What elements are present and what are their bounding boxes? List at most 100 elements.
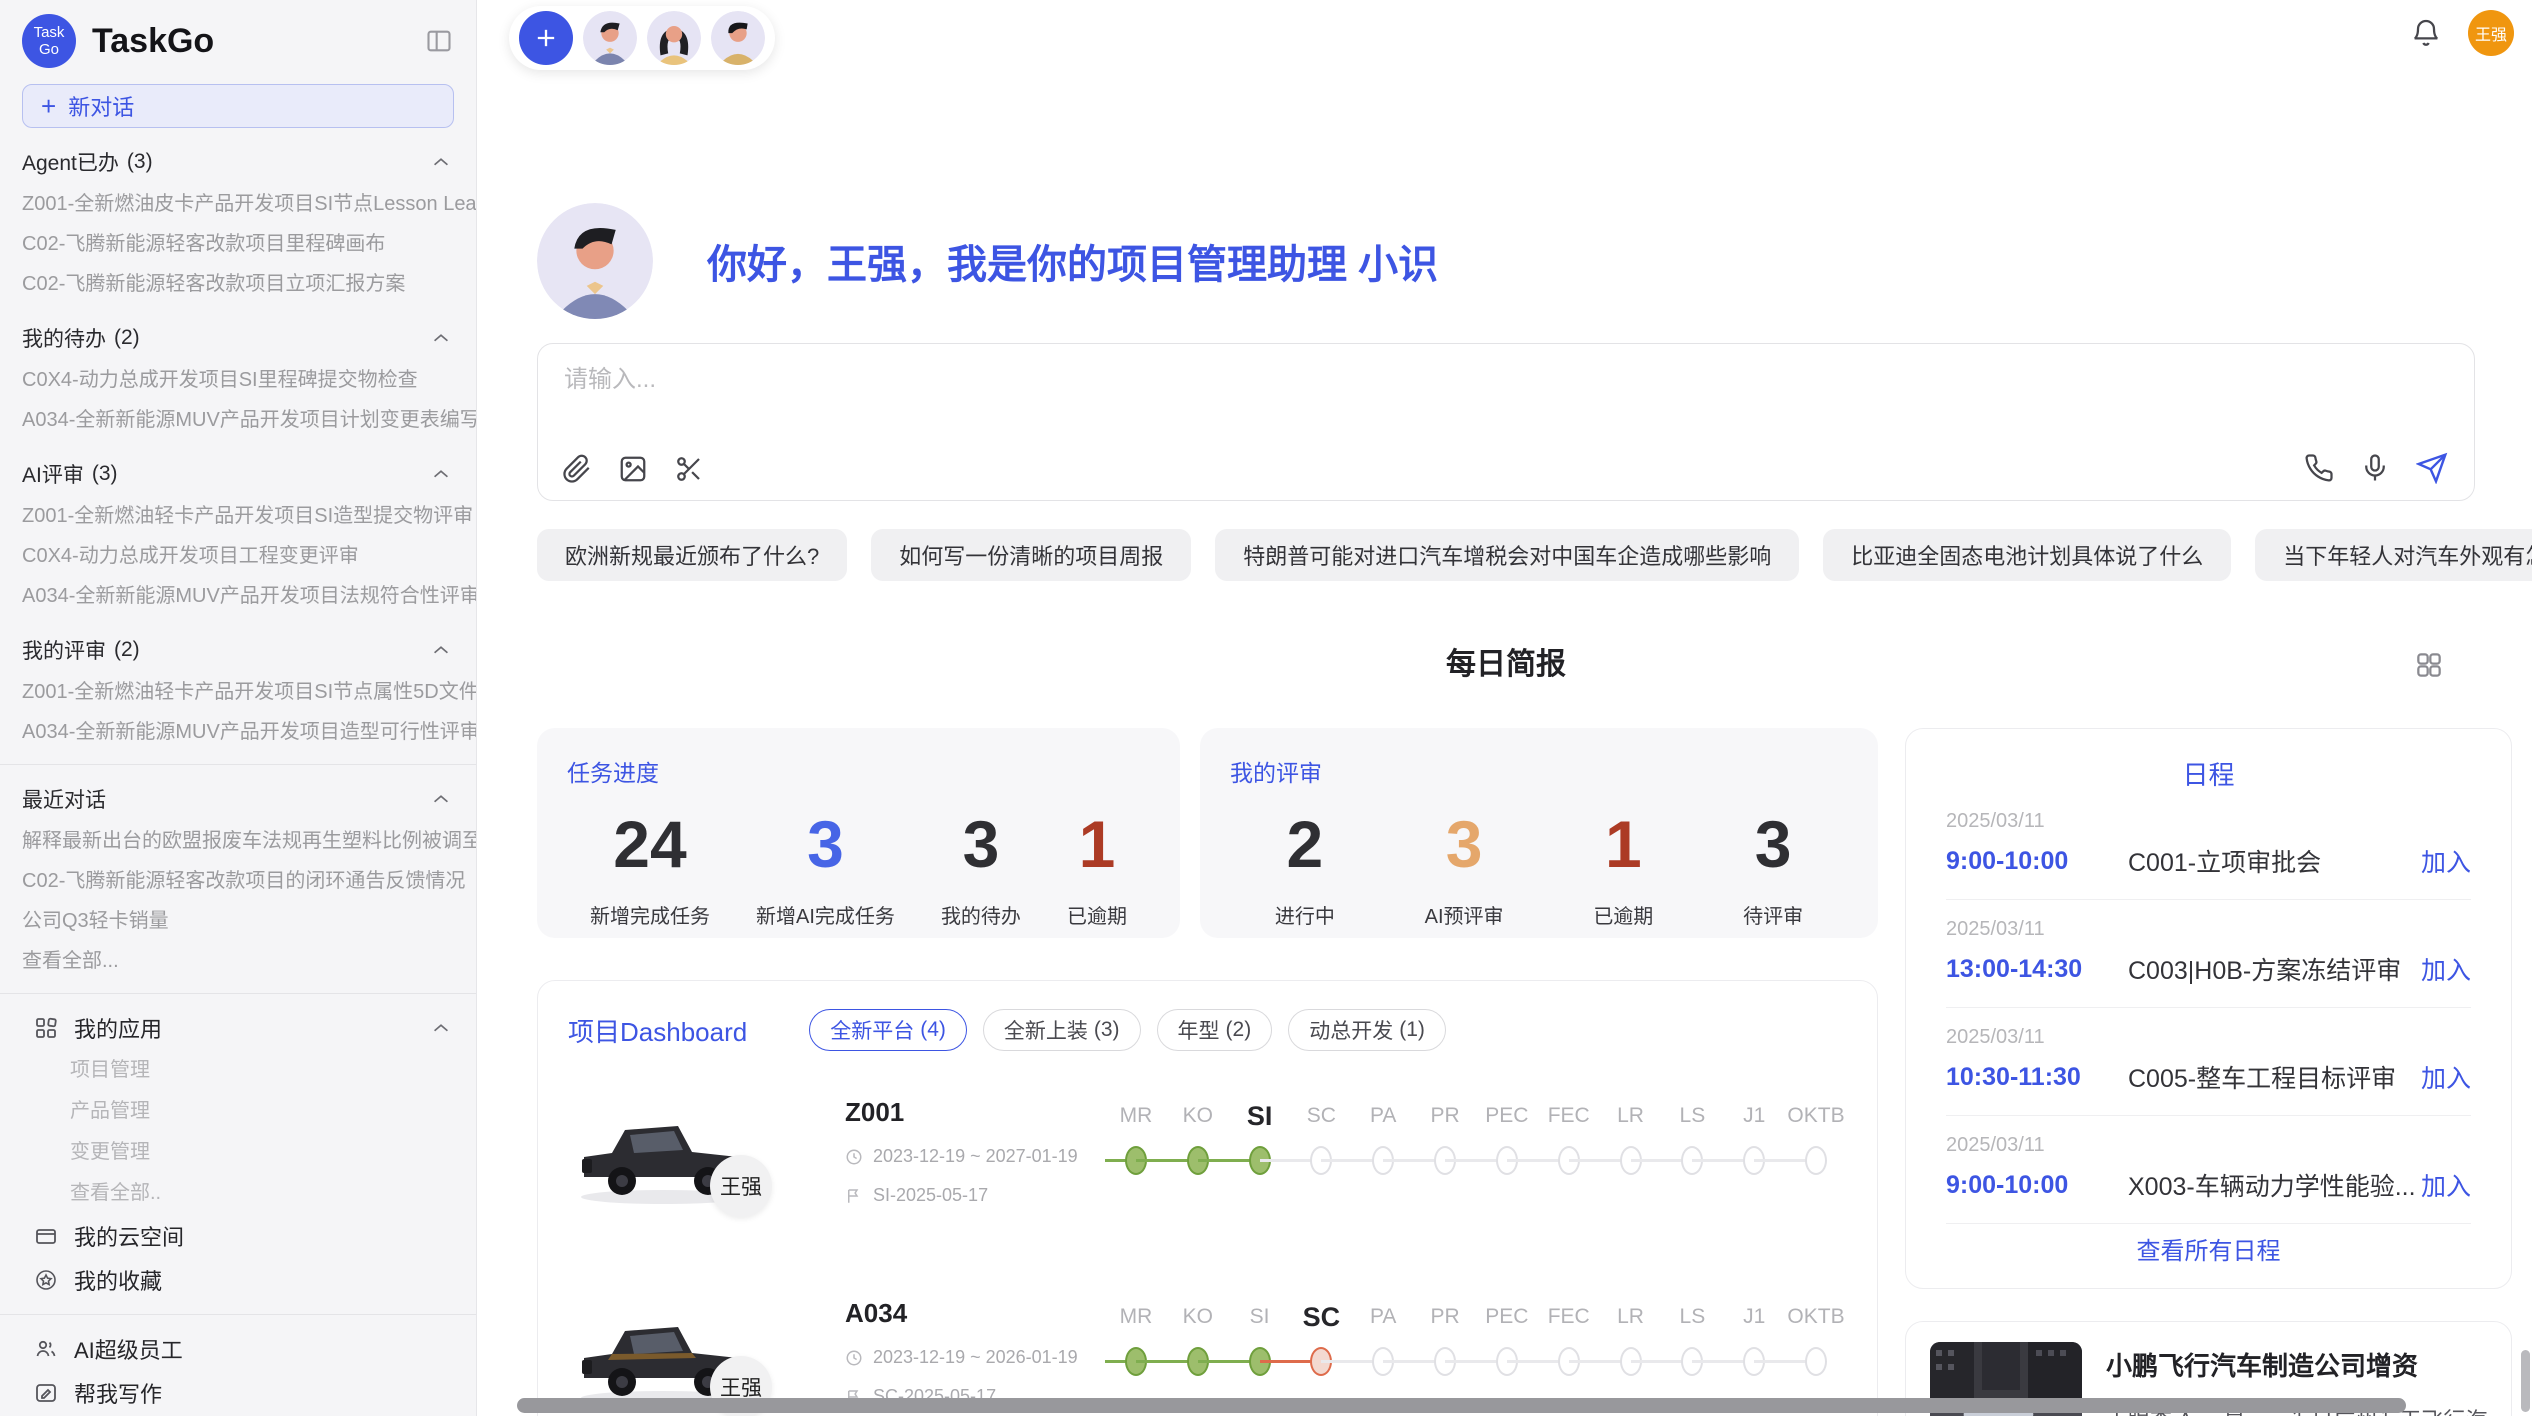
- tab-count: (1): [1399, 1018, 1425, 1042]
- user-avatar[interactable]: 王强: [2468, 10, 2514, 56]
- chevron-up-icon[interactable]: [430, 327, 452, 349]
- sidebar-item[interactable]: A034-全新新能源MUV产品开发项目法规符合性评审: [0, 576, 476, 616]
- milestone-label: FEC: [1548, 1300, 1590, 1334]
- hero: 你好，王强，我是你的项目管理助理 小识: [537, 203, 2532, 319]
- divider: [1946, 1223, 2471, 1224]
- sidebar-item[interactable]: Z001-全新燃油皮卡产品开发项目SI节点Lesson Learn报告: [0, 184, 476, 224]
- view-all-apps[interactable]: 查看全部..: [0, 1173, 476, 1214]
- tab-new-body[interactable]: 全新上装 (3): [983, 1009, 1141, 1051]
- right-column: 日程 2025/03/11 9:00-10:00 C001-立项审批会 加入 2…: [1905, 728, 2512, 1416]
- sidebar-item[interactable]: C02-飞腾新能源轻客改款项目立项汇报方案: [0, 264, 476, 304]
- new-session-button[interactable]: [519, 11, 573, 65]
- sidebar-item[interactable]: A034-全新新能源MUV产品开发项目计划变更表编写: [0, 400, 476, 440]
- card-title: 任务进度: [567, 754, 1150, 788]
- sidebar-item-ai-employee[interactable]: AI超级员工: [0, 1327, 476, 1371]
- milestone-label: J1: [1743, 1300, 1765, 1334]
- vertical-scrollbar[interactable]: [2521, 1350, 2530, 1412]
- project-image: 王强: [568, 1097, 773, 1232]
- phone-icon[interactable]: [2304, 453, 2334, 483]
- stat-label: 进行中: [1275, 900, 1335, 929]
- join-link[interactable]: 加入: [2421, 843, 2471, 879]
- sidebar-item[interactable]: C02-飞腾新能源轻客改款项目里程碑画布: [0, 224, 476, 264]
- tab-new-platform[interactable]: 全新平台 (4): [809, 1009, 967, 1051]
- section-header[interactable]: 最近对话: [0, 777, 476, 821]
- recent-conversation-item[interactable]: 解释最新出台的欧盟报废车法规再生塑料比例被调至15%...: [0, 821, 476, 861]
- view-all-conversations[interactable]: 查看全部...: [0, 941, 476, 981]
- attachment-icon[interactable]: [562, 454, 592, 484]
- divider: [0, 1314, 476, 1315]
- app-item-project-mgmt[interactable]: 项目管理: [0, 1050, 476, 1091]
- news-title: 小鹏飞行汽车制造公司增资: [2106, 1346, 2487, 1383]
- image-icon[interactable]: [618, 454, 648, 484]
- join-link[interactable]: 加入: [2421, 951, 2471, 987]
- milestone-label: J1: [1743, 1099, 1765, 1133]
- sidebar-item-help-write[interactable]: 帮我写作: [0, 1371, 476, 1415]
- recent-conversation-item[interactable]: C02-飞腾新能源轻客改款项目的闭环通告反馈情况: [0, 861, 476, 901]
- tab-label: 动总开发: [1309, 1015, 1393, 1045]
- join-link[interactable]: 加入: [2421, 1167, 2471, 1203]
- project-row-z001[interactable]: 王强 Z001 2023-12-19 ~ 2027-01-19 SI-2025-…: [568, 1097, 1847, 1232]
- sidebar-item-my-apps[interactable]: 我的应用: [0, 1006, 476, 1050]
- tab-year-model[interactable]: 年型 (2): [1157, 1009, 1273, 1051]
- milestone-label: SI: [1247, 1099, 1273, 1133]
- stat-value: 1: [1593, 806, 1653, 882]
- send-icon[interactable]: [2416, 452, 2448, 484]
- schedule-item: 2025/03/11 9:00-10:00 C001-立项审批会 加入: [1946, 792, 2471, 900]
- view-all-schedule-link[interactable]: 查看所有日程: [1906, 1231, 2511, 1266]
- chat-input[interactable]: [564, 366, 2064, 394]
- main-content: 你好，王强，我是你的项目管理助理 小识: [537, 72, 2532, 1416]
- section-header[interactable]: 我的待办 (2): [0, 316, 476, 360]
- chevron-up-icon: [430, 1017, 452, 1039]
- sidebar-item[interactable]: C0X4-动力总成开发项目工程变更评审: [0, 536, 476, 576]
- stat-label: 待评审: [1743, 900, 1803, 929]
- collapse-sidebar-icon[interactable]: [424, 27, 454, 55]
- app-item-product-mgmt[interactable]: 产品管理: [0, 1091, 476, 1132]
- chevron-up-icon[interactable]: [430, 463, 452, 485]
- dashboard-title: 项目Dashboard: [568, 1012, 747, 1049]
- sidebar-item-cloud-space[interactable]: 我的云空间: [0, 1214, 476, 1258]
- layout-grid-icon[interactable]: [2413, 649, 2445, 681]
- cloud-box-icon: [34, 1224, 58, 1248]
- chevron-up-icon[interactable]: [430, 639, 452, 661]
- stat-ai-prereview: 3 AI预评审: [1425, 806, 1504, 929]
- plus-icon: +: [41, 93, 56, 119]
- suggestion-chip[interactable]: 当下年轻人对汽车外观有怎样的喜好趋势: [2255, 529, 2532, 581]
- scissors-icon[interactable]: [674, 454, 704, 484]
- sidebar-item[interactable]: Z001-全新燃油轻卡产品开发项目SI造型提交物评审: [0, 496, 476, 536]
- favorites-label: 我的收藏: [74, 1264, 452, 1296]
- sidebar-item[interactable]: Z001-全新燃油轻卡产品开发项目SI节点属性5D文件评审: [0, 672, 476, 712]
- stat-value: 3: [1743, 806, 1803, 882]
- sidebar-item-favorites[interactable]: 我的收藏: [0, 1258, 476, 1302]
- section-header[interactable]: Agent已办 (3): [0, 140, 476, 184]
- notification-bell-icon[interactable]: [2410, 17, 2442, 49]
- app-item-change-mgmt[interactable]: 变更管理: [0, 1132, 476, 1173]
- agent-avatar-2[interactable]: [647, 11, 701, 65]
- schedule-item: 2025/03/11 9:00-10:00 X003-车辆动力学性能验... 加…: [1946, 1116, 2471, 1224]
- tab-count: (2): [1226, 1018, 1252, 1042]
- sidebar-item[interactable]: A034-全新新能源MUV产品开发项目造型可行性评审: [0, 712, 476, 752]
- recent-conversation-item[interactable]: 公司Q3轻卡销量: [0, 901, 476, 941]
- milestone-label: PEC: [1485, 1300, 1528, 1334]
- chevron-up-icon[interactable]: [430, 788, 452, 810]
- section-header[interactable]: AI评审 (3): [0, 452, 476, 496]
- milestone-label: LR: [1617, 1300, 1644, 1334]
- topbar-right: 王强: [2410, 10, 2514, 56]
- suggestion-chip[interactable]: 特朗普可能对进口汽车增税会对中国车企造成哪些影响: [1215, 529, 1799, 581]
- new-chat-button[interactable]: + 新对话: [22, 84, 454, 128]
- suggestion-chip[interactable]: 如何写一份清晰的项目周报: [871, 529, 1191, 581]
- agent-avatar-3[interactable]: [711, 11, 765, 65]
- tab-powertrain-dev[interactable]: 动总开发 (1): [1288, 1009, 1446, 1051]
- agent-avatar-1[interactable]: [583, 11, 637, 65]
- horizontal-scrollbar[interactable]: [517, 1398, 2406, 1413]
- sidebar-item[interactable]: C0X4-动力总成开发项目SI里程碑提交物检查: [0, 360, 476, 400]
- chevron-up-icon[interactable]: [430, 151, 452, 173]
- milestone-label: LS: [1680, 1099, 1706, 1133]
- stat-value: 1: [1067, 806, 1127, 882]
- join-link[interactable]: 加入: [2421, 1059, 2471, 1095]
- suggestion-chip[interactable]: 欧洲新规最近颁布了什么?: [537, 529, 847, 581]
- clock-icon: [845, 1349, 863, 1367]
- microphone-icon[interactable]: [2360, 453, 2390, 483]
- section-header[interactable]: 我的评审 (2): [0, 628, 476, 672]
- suggestion-chip[interactable]: 比亚迪全固态电池计划具体说了什么: [1823, 529, 2231, 581]
- schedule-time: 13:00-14:30: [1946, 955, 2128, 984]
